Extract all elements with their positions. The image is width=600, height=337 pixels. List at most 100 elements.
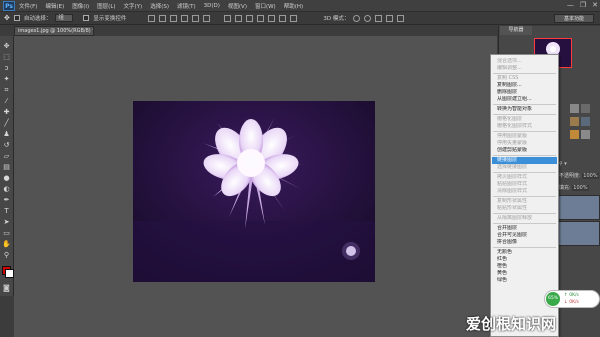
brush-tool-icon[interactable]: ╱ — [2, 119, 11, 128]
quick-mask-icon[interactable]: ◙ — [3, 284, 10, 292]
menu-filter[interactable]: 滤镜(T) — [173, 2, 200, 10]
history-brush-icon[interactable]: ↺ — [2, 141, 11, 150]
context-menu-item: 编辑调整... — [497, 65, 522, 71]
options-bar: ✥ 自动选择： 组 显示变换控件 3D 模式： 基本功能 — [0, 11, 600, 25]
blur-tool-icon[interactable]: ● — [2, 174, 11, 183]
eraser-tool-icon[interactable]: ▱ — [2, 152, 11, 161]
restore-icon[interactable]: ❐ — [580, 1, 586, 9]
3d-slide-icon[interactable] — [386, 14, 394, 22]
align-hcenter-icon[interactable] — [192, 14, 200, 22]
context-menu-item: 栅格化图层 — [497, 116, 523, 122]
swatch-slate[interactable] — [581, 117, 590, 126]
shape-tool-icon[interactable]: ▭ — [2, 229, 11, 238]
distribute-bottom-icon[interactable] — [246, 14, 254, 22]
move-tool-icon[interactable]: ✥ — [4, 14, 10, 22]
menu-window[interactable]: 窗口(W) — [251, 2, 280, 10]
menu-3d[interactable]: 3D(D) — [200, 3, 224, 9]
auto-select-checkbox[interactable] — [13, 15, 20, 21]
menu-image[interactable]: 图像(I) — [68, 2, 93, 10]
marquee-tool-icon[interactable]: ⬚ — [2, 53, 11, 62]
document-tab[interactable]: images1.jpg @ 100%(RGB/8) * — [14, 26, 94, 36]
menu-edit[interactable]: 编辑(E) — [41, 2, 68, 10]
align-left-icon[interactable] — [181, 14, 189, 22]
menu-file[interactable]: 文件(F) — [15, 2, 41, 10]
upload-speed: ↑ 0K/s — [564, 293, 579, 298]
auto-align-icon[interactable] — [290, 14, 298, 22]
context-menu-item[interactable]: 从图层建立组... — [497, 96, 557, 103]
context-menu-item[interactable]: 合并图层 — [497, 225, 557, 232]
context-menu-item[interactable]: 删除图层 — [497, 89, 557, 96]
menu-separator — [493, 104, 556, 105]
minimize-icon[interactable]: — — [567, 1, 574, 9]
distribute-left-icon[interactable] — [257, 14, 265, 22]
swatch-brown[interactable] — [570, 117, 579, 126]
context-menu-item: 清除图层样式 — [497, 188, 528, 194]
menu-layer[interactable]: 图层(L) — [93, 2, 119, 10]
zoom-tool-icon[interactable]: ⚲ — [2, 251, 11, 260]
magic-wand-icon[interactable]: ✦ — [2, 75, 11, 84]
context-menu-item[interactable]: 创建剪贴蒙版 — [497, 147, 557, 154]
distribute-hcenter-icon[interactable] — [268, 14, 276, 22]
fill-value[interactable]: 100% — [572, 185, 589, 191]
distribute-vcenter-icon[interactable] — [235, 14, 243, 22]
close-icon[interactable]: ✕ — [592, 1, 598, 9]
align-vcenter-icon[interactable] — [159, 14, 167, 22]
auto-select-dropdown[interactable]: 组 — [55, 14, 74, 22]
context-menu-item[interactable]: 链接图层 — [492, 157, 557, 164]
menu-help[interactable]: 帮助(H) — [280, 2, 307, 10]
dodge-tool-icon[interactable]: ◐ — [2, 185, 11, 194]
context-menu-item[interactable]: 无颜色 — [497, 249, 557, 256]
layer-row-2[interactable] — [558, 221, 600, 246]
opacity-value[interactable]: 100% — [582, 173, 599, 179]
hand-tool-icon[interactable]: ✋ — [2, 240, 11, 249]
context-menu-item[interactable]: 黄色 — [497, 270, 557, 277]
align-right-icon[interactable] — [203, 14, 211, 22]
path-selection-icon[interactable]: ➤ — [2, 218, 11, 227]
align-top-icon[interactable] — [148, 14, 156, 22]
gradient-tool-icon[interactable]: ▤ — [2, 163, 11, 172]
menu-separator — [493, 172, 556, 173]
tab-navigator[interactable]: 导航器 — [500, 26, 532, 35]
clone-stamp-icon[interactable]: ♟ — [2, 130, 11, 139]
swatch-gray[interactable] — [570, 104, 579, 113]
swatch-silver[interactable] — [581, 130, 590, 139]
context-menu-item: 栅格化图层样式 — [497, 123, 533, 129]
layer-row-1[interactable] — [558, 195, 600, 220]
layers-toolbar-row: ⚲ ▾ — [559, 160, 567, 168]
3d-scale-icon[interactable] — [397, 14, 405, 22]
lasso-tool-icon[interactable]: ↄ — [2, 64, 11, 73]
3d-roll-icon[interactable] — [364, 14, 372, 22]
context-menu-item[interactable]: 合并可见图层 — [497, 232, 557, 239]
context-menu-item: 复制形状属性 — [497, 198, 528, 204]
align-bottom-icon[interactable] — [170, 14, 178, 22]
background-color-swatch[interactable] — [5, 269, 14, 278]
eyedropper-icon[interactable]: ⁄ — [2, 97, 11, 106]
crop-tool-icon[interactable]: ⌗ — [2, 86, 11, 95]
menu-view[interactable]: 视图(V) — [224, 2, 251, 10]
menu-select[interactable]: 选择(S) — [146, 2, 173, 10]
distribute-right-icon[interactable] — [279, 14, 287, 22]
context-menu-item: 从隔离图层释放 — [497, 215, 533, 221]
move-tool-icon[interactable]: ✥ — [2, 42, 11, 51]
context-menu-item[interactable]: 红色 — [497, 256, 557, 263]
layer-filter-icon[interactable]: ⚲ ▾ — [559, 161, 567, 167]
context-menu-item: 混合选项... — [497, 58, 522, 64]
workspace-switcher[interactable]: 基本功能 — [554, 14, 594, 23]
context-menu-item: 选择链接图层 — [497, 164, 528, 170]
context-menu-item[interactable]: 转换为智能对象 — [497, 106, 557, 113]
context-menu-item[interactable]: 复制图层... — [497, 82, 557, 89]
distribute-top-icon[interactable] — [224, 14, 232, 22]
3d-drag-icon[interactable] — [375, 14, 383, 22]
show-transform-checkbox[interactable] — [83, 15, 90, 21]
healing-brush-icon[interactable]: ✚ — [2, 108, 11, 117]
context-menu-item[interactable]: 橙色 — [497, 263, 557, 270]
type-tool-icon[interactable]: T — [2, 207, 11, 216]
pen-tool-icon[interactable]: ✒ — [2, 196, 11, 205]
fill-label: 填充: — [559, 185, 571, 191]
3d-rotate-icon[interactable] — [353, 14, 361, 22]
menu-type[interactable]: 文字(Y) — [120, 2, 147, 10]
swatch-orange[interactable] — [570, 130, 579, 139]
context-menu-item[interactable]: 拼合图像 — [497, 239, 557, 246]
context-menu-item[interactable]: 绿色 — [497, 277, 557, 284]
swatch-dark-gray[interactable] — [581, 104, 590, 113]
